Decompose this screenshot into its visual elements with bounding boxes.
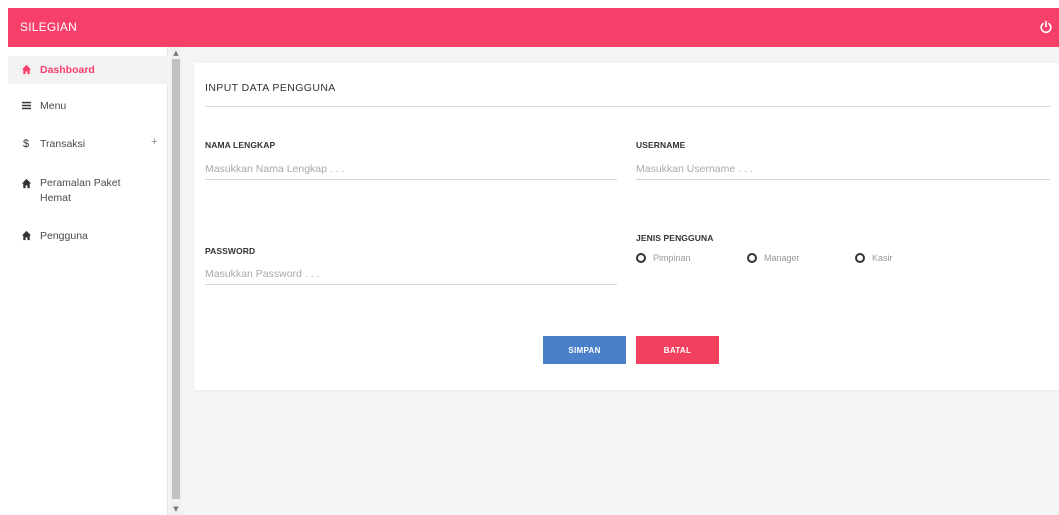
dollar-icon: $ bbox=[22, 138, 30, 150]
expand-plus-icon[interactable]: + bbox=[151, 136, 157, 148]
nama-lengkap-input[interactable] bbox=[205, 158, 617, 180]
radio-circle-icon bbox=[855, 253, 865, 263]
card-title: INPUT DATA PENGGUNA bbox=[205, 82, 336, 94]
cancel-button[interactable]: BATAL bbox=[636, 336, 719, 364]
scroll-up-arrow-icon[interactable]: ▲ bbox=[170, 47, 182, 59]
input-user-card: INPUT DATA PENGGUNA NAMA LENGKAP USERNAM… bbox=[194, 63, 1059, 390]
menu-icon bbox=[20, 100, 32, 112]
radio-label: Pimpinan bbox=[653, 253, 691, 263]
sidebar-item-peramalan[interactable]: Peramalan Paket Hemat bbox=[8, 171, 168, 211]
sidebar-item-menu[interactable]: Menu bbox=[8, 92, 168, 120]
sidebar-item-label: Menu bbox=[40, 100, 67, 112]
sidebar-scrollbar[interactable]: ▲ ▼ bbox=[170, 47, 182, 515]
radio-label: Manager bbox=[764, 253, 800, 263]
radio-manager[interactable]: Manager bbox=[747, 252, 827, 266]
scroll-thumb[interactable] bbox=[172, 59, 180, 499]
sidebar-item-dashboard[interactable]: Dashboard bbox=[8, 56, 168, 84]
app-frame: SILEGIAN Dashboard Menu $ Transaksi + Pe… bbox=[8, 8, 1059, 515]
sidebar: Dashboard Menu $ Transaksi + Peramalan P… bbox=[8, 47, 168, 515]
password-input[interactable] bbox=[205, 263, 617, 285]
username-label: USERNAME bbox=[636, 140, 686, 150]
sidebar-item-label-line2: Hemat bbox=[40, 192, 71, 204]
card-divider bbox=[205, 106, 1051, 107]
sidebar-item-label: Pengguna bbox=[40, 230, 88, 242]
radio-pimpinan[interactable]: Pimpinan bbox=[636, 252, 716, 266]
sidebar-item-transaksi[interactable]: $ Transaksi + bbox=[8, 130, 168, 158]
scroll-down-arrow-icon[interactable]: ▼ bbox=[170, 503, 182, 515]
home-icon bbox=[20, 64, 32, 76]
password-label: PASSWORD bbox=[205, 246, 256, 256]
username-input[interactable] bbox=[636, 158, 1050, 180]
save-button[interactable]: SIMPAN bbox=[543, 336, 626, 364]
app-brand[interactable]: SILEGIAN bbox=[20, 8, 77, 47]
sidebar-item-label: Dashboard bbox=[40, 64, 95, 76]
sidebar-item-label: Peramalan Paket bbox=[40, 177, 121, 189]
radio-label: Kasir bbox=[872, 253, 893, 263]
radio-circle-icon bbox=[636, 253, 646, 263]
sidebar-item-pengguna[interactable]: Pengguna bbox=[8, 223, 168, 251]
home-icon bbox=[20, 178, 32, 190]
home-icon bbox=[20, 230, 32, 242]
power-icon[interactable] bbox=[1039, 20, 1053, 34]
top-bar: SILEGIAN bbox=[8, 8, 1059, 47]
radio-circle-icon bbox=[747, 253, 757, 263]
jenis-pengguna-label: JENIS PENGGUNA bbox=[636, 233, 714, 243]
sidebar-item-label: Transaksi bbox=[40, 138, 86, 150]
radio-kasir[interactable]: Kasir bbox=[855, 252, 915, 266]
nama-lengkap-label: NAMA LENGKAP bbox=[205, 140, 276, 150]
